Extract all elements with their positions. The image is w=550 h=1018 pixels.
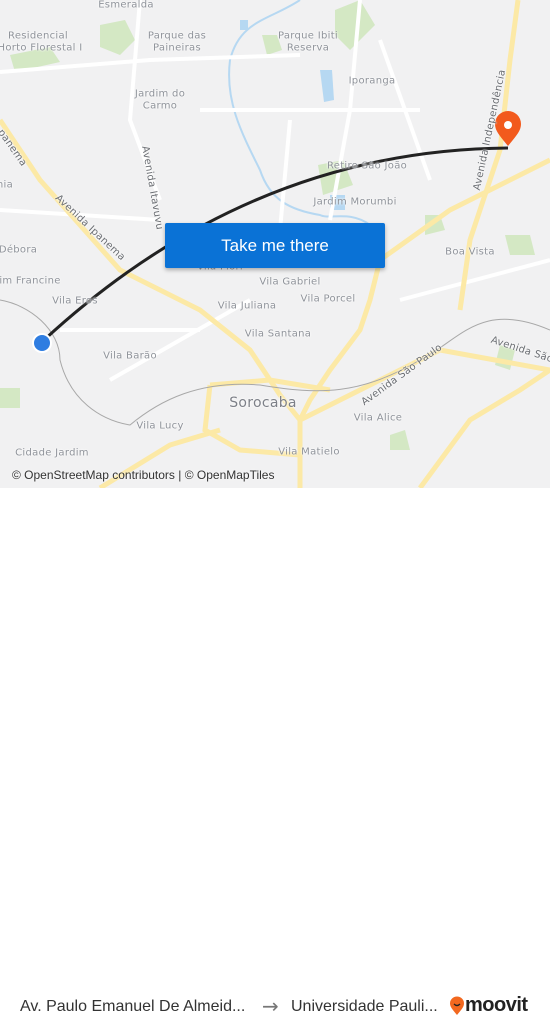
map-label: Vila Santana xyxy=(244,328,312,340)
city-label: Sorocaba xyxy=(229,395,297,411)
map-label: Vila Gabriel xyxy=(259,276,321,288)
map-label: Paineiras xyxy=(153,42,201,54)
map-label: Vila Porcel xyxy=(300,293,356,305)
map-label: Jardim Morumbi xyxy=(313,196,397,208)
moovit-logo[interactable]: moovit xyxy=(449,994,528,1017)
map-attribution[interactable]: © OpenStreetMap contributors | © OpenMap… xyxy=(12,468,274,482)
map-label: Retiro São João xyxy=(326,160,408,172)
map-label: Carmo xyxy=(142,100,178,112)
map-label: Débora xyxy=(0,244,38,256)
map-label: im Francine xyxy=(0,275,61,287)
map-label: Reserva xyxy=(286,42,330,54)
map-label: Jardim do xyxy=(134,88,186,100)
map-label: Esmeralda xyxy=(98,0,154,11)
map[interactable]: Esmeralda Residencial Horto Florestal I … xyxy=(0,0,550,488)
origin-marker xyxy=(32,333,52,353)
map-label: Vila Eros xyxy=(52,295,98,307)
map-label: Boa Vista xyxy=(445,246,495,258)
map-label: Iporanga xyxy=(348,75,396,87)
footer: Av. Paulo Emanuel De Almeid... → Univers… xyxy=(0,488,550,1018)
arrow-right-icon: → xyxy=(262,994,279,1018)
map-label: Vila Juliana xyxy=(217,300,277,312)
moovit-pin-icon xyxy=(450,996,464,1015)
map-label: Vila Matielo xyxy=(278,446,340,458)
map-label: Parque Ibiti xyxy=(277,30,339,42)
origin-stop-name: Av. Paulo Emanuel De Almeid... xyxy=(20,998,246,1015)
take-me-there-button[interactable]: Take me there xyxy=(165,223,385,268)
map-label: nia xyxy=(0,179,14,191)
map-label: Vila Alice xyxy=(353,412,403,424)
map-label: Cidade Jardim xyxy=(15,447,89,459)
map-label: Residencial xyxy=(8,30,68,42)
map-label: Vila Barão xyxy=(103,350,157,362)
map-label: Parque das xyxy=(147,30,207,42)
map-label: Horto Florestal I xyxy=(0,42,83,54)
destination-name: Universidade Pauli... xyxy=(291,998,438,1015)
map-label: Vila Lucy xyxy=(136,420,184,432)
moovit-wordmark: moovit xyxy=(465,994,528,1016)
streets xyxy=(0,0,550,382)
